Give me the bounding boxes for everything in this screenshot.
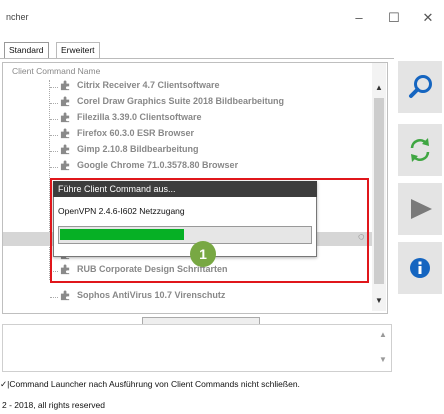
log-scroll-up-icon[interactable]: ▲ [379,330,387,339]
puzzle-icon [60,128,70,139]
checkbox-check-icon[interactable]: ✓| [0,379,9,389]
puzzle-icon [60,144,70,155]
step-badge: 1 [190,241,216,267]
list-item[interactable]: Sophos AntiVirus 10.7 Virenschutz [50,290,225,306]
info-button[interactable] [398,242,442,294]
copyright-text: 2 - 2018, all rights reserved [2,400,105,410]
minimize-button[interactable]: – [345,6,373,30]
highlight-box [50,178,369,283]
puzzle-icon [60,290,70,301]
list-item[interactable]: Gimp 2.10.8 Bildbearbeitung [50,144,199,160]
refresh-button[interactable] [398,124,442,176]
info-icon [410,258,430,278]
run-button[interactable] [398,183,442,235]
puzzle-icon [60,112,70,123]
window-title: ncher [6,12,29,22]
close-button[interactable]: ✕ [414,6,442,30]
list-item[interactable]: Firefox 60.3.0 ESR Browser [50,128,194,144]
checkbox-label: Command Launcher nach Ausführung von Cli… [9,379,300,389]
puzzle-icon [60,160,70,171]
title-bar [0,0,444,38]
keep-open-checkbox-row[interactable]: ✓|Command Launcher nach Ausführung von C… [0,379,300,390]
tab-erweitert[interactable]: Erweitert [56,42,100,58]
tab-standard[interactable]: Standard [4,42,49,58]
list-item[interactable]: Google Chrome 71.0.3578.80 Browser [50,160,238,176]
scroll-down-icon[interactable]: ▼ [375,296,383,305]
play-icon [411,199,432,219]
search-button[interactable] [398,61,442,113]
list-item[interactable]: Citrix Receiver 4.7 Clientsoftware [50,80,220,96]
log-scroll-down-icon[interactable]: ▼ [379,355,387,364]
scroll-up-icon[interactable]: ▲ [375,83,383,92]
puzzle-icon [60,80,70,91]
list-item[interactable]: Filezilla 3.39.0 Clientsoftware [50,112,202,128]
column-header: Client Command Name [12,66,101,76]
refresh-icon [410,138,430,162]
scrollbar-thumb[interactable] [374,98,384,284]
output-log[interactable] [2,324,392,372]
tab-divider [0,58,394,59]
maximize-button[interactable]: ☐ [380,6,408,30]
puzzle-icon [60,96,70,107]
magnifier-icon [409,75,432,98]
list-item[interactable]: Corel Draw Graphics Suite 2018 Bildbearb… [50,96,284,112]
